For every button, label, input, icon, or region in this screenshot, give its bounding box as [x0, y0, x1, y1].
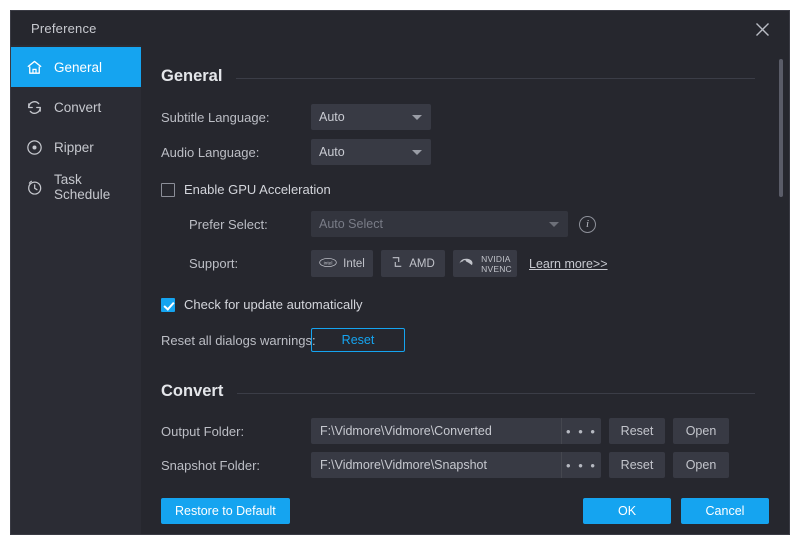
check-update-checkbox[interactable] — [161, 298, 175, 312]
audio-language-label: Audio Language: — [161, 145, 311, 160]
chevron-down-icon — [549, 222, 559, 227]
subtitle-language-row: Subtitle Language: Auto — [161, 104, 769, 130]
prefer-select-label: Prefer Select: — [161, 217, 311, 232]
output-folder-value: F:\Vidmore\Vidmore\Converted — [311, 418, 561, 444]
intel-icon: intel — [319, 257, 337, 271]
support-label: Support: — [161, 256, 311, 271]
audio-language-value: Auto — [319, 145, 345, 159]
sidebar-item-label: Convert — [54, 100, 101, 115]
support-row: Support: intel Intel — [161, 250, 769, 277]
subtitle-language-select[interactable]: Auto — [311, 104, 431, 130]
window-title: Preference — [31, 21, 97, 36]
output-folder-reset-button[interactable]: Reset — [609, 418, 665, 444]
sidebar-item-label: General — [54, 60, 102, 75]
section-divider — [236, 78, 755, 79]
chevron-down-icon — [412, 150, 422, 155]
support-chip-line1: NVIDIA — [481, 254, 511, 264]
nvidia-icon — [458, 256, 475, 271]
general-section-title: General — [161, 67, 222, 86]
title-bar: Preference — [11, 11, 789, 45]
output-folder-label: Output Folder: — [161, 424, 311, 439]
gpu-acceleration-checkbox[interactable] — [161, 183, 175, 197]
svg-text:intel: intel — [324, 260, 333, 266]
sidebar-item-label: Ripper — [54, 140, 94, 155]
check-update-label[interactable]: Check for update automatically — [184, 297, 362, 312]
output-folder-open-button[interactable]: Open — [673, 418, 729, 444]
subtitle-language-label: Subtitle Language: — [161, 110, 311, 125]
preference-dialog: Preference General — [10, 10, 790, 535]
reset-dialogs-row: Reset all dialogs warnings: Reset — [161, 328, 769, 352]
dialog-body: General Convert — [11, 45, 789, 534]
prefer-select-value: Auto Select — [319, 217, 383, 231]
close-icon[interactable] — [749, 16, 775, 42]
sidebar-item-convert[interactable]: Convert — [11, 87, 141, 127]
reset-dialogs-label: Reset all dialogs warnings: — [161, 333, 311, 348]
prefer-select-dropdown[interactable]: Auto Select — [311, 211, 568, 237]
support-chip-nvidia[interactable]: NVIDIA NVENC — [453, 250, 517, 277]
chevron-down-icon — [412, 115, 422, 120]
vertical-scrollbar[interactable] — [779, 59, 783, 478]
convert-section-header: Convert — [161, 378, 755, 401]
support-chip-nvidia-text: NVIDIA NVENC — [481, 254, 512, 274]
snapshot-folder-field[interactable]: F:\Vidmore\Vidmore\Snapshot • • • — [311, 452, 601, 478]
cancel-button[interactable]: Cancel — [681, 498, 769, 524]
settings-scroll-area: General Subtitle Language: Auto Audio La… — [141, 45, 789, 487]
output-folder-row: Output Folder: F:\Vidmore\Vidmore\Conver… — [161, 418, 769, 444]
scrollbar-thumb[interactable] — [779, 59, 783, 197]
general-section-header: General — [161, 63, 755, 86]
ok-button[interactable]: OK — [583, 498, 671, 524]
refresh-icon — [23, 96, 45, 118]
output-folder-browse-button[interactable]: • • • — [561, 418, 601, 444]
learn-more-link[interactable]: Learn more>> — [529, 257, 608, 271]
snapshot-folder-row: Snapshot Folder: F:\Vidmore\Vidmore\Snap… — [161, 452, 769, 478]
snapshot-folder-reset-button[interactable]: Reset — [609, 452, 665, 478]
sidebar-item-task-schedule[interactable]: Task Schedule — [11, 167, 141, 207]
snapshot-folder-value: F:\Vidmore\Vidmore\Snapshot — [311, 452, 561, 478]
audio-language-row: Audio Language: Auto — [161, 139, 769, 165]
disc-icon — [23, 136, 45, 158]
restore-to-default-button[interactable]: Restore to Default — [161, 498, 290, 524]
sidebar: General Convert — [11, 45, 141, 534]
check-update-row: Check for update automatically — [161, 297, 769, 312]
support-chip-label: Intel — [343, 258, 365, 270]
snapshot-folder-browse-button[interactable]: • • • — [561, 452, 601, 478]
section-divider — [237, 393, 755, 394]
support-chip-line2: NVENC — [481, 264, 512, 274]
clock-icon — [23, 176, 45, 198]
prefer-select-row: Prefer Select: Auto Select i — [161, 211, 769, 237]
home-icon — [23, 56, 45, 78]
dialog-footer: Restore to Default OK Cancel — [141, 487, 789, 534]
sidebar-item-label: Task Schedule — [54, 172, 141, 202]
amd-icon — [391, 256, 403, 271]
snapshot-folder-label: Snapshot Folder: — [161, 458, 311, 473]
sidebar-item-ripper[interactable]: Ripper — [11, 127, 141, 167]
support-chip-label: AMD — [409, 258, 435, 270]
subtitle-language-value: Auto — [319, 110, 345, 124]
sidebar-item-general[interactable]: General — [11, 47, 141, 87]
info-icon[interactable]: i — [579, 216, 596, 233]
reset-dialogs-button[interactable]: Reset — [311, 328, 405, 352]
support-chip-amd[interactable]: AMD — [381, 250, 445, 277]
audio-language-select[interactable]: Auto — [311, 139, 431, 165]
gpu-acceleration-label[interactable]: Enable GPU Acceleration — [184, 182, 331, 197]
snapshot-folder-open-button[interactable]: Open — [673, 452, 729, 478]
support-chip-intel[interactable]: intel Intel — [311, 250, 373, 277]
output-folder-field[interactable]: F:\Vidmore\Vidmore\Converted • • • — [311, 418, 601, 444]
gpu-acceleration-row: Enable GPU Acceleration — [161, 182, 769, 197]
convert-section-title: Convert — [161, 382, 223, 401]
content-panel: General Subtitle Language: Auto Audio La… — [141, 45, 789, 534]
